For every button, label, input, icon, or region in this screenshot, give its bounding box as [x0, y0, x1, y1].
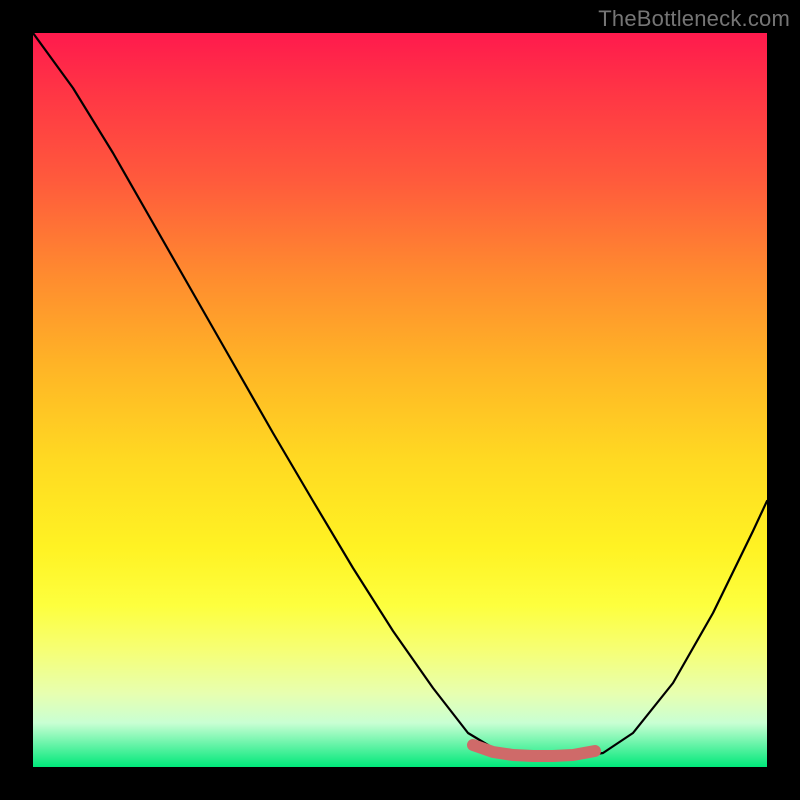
plot-area: [33, 33, 767, 767]
bottleneck-curve: [33, 33, 767, 759]
optimal-plateau: [473, 745, 595, 756]
chart-frame: TheBottleneck.com: [0, 0, 800, 800]
curve-svg: [33, 33, 767, 767]
watermark-text: TheBottleneck.com: [598, 6, 790, 32]
